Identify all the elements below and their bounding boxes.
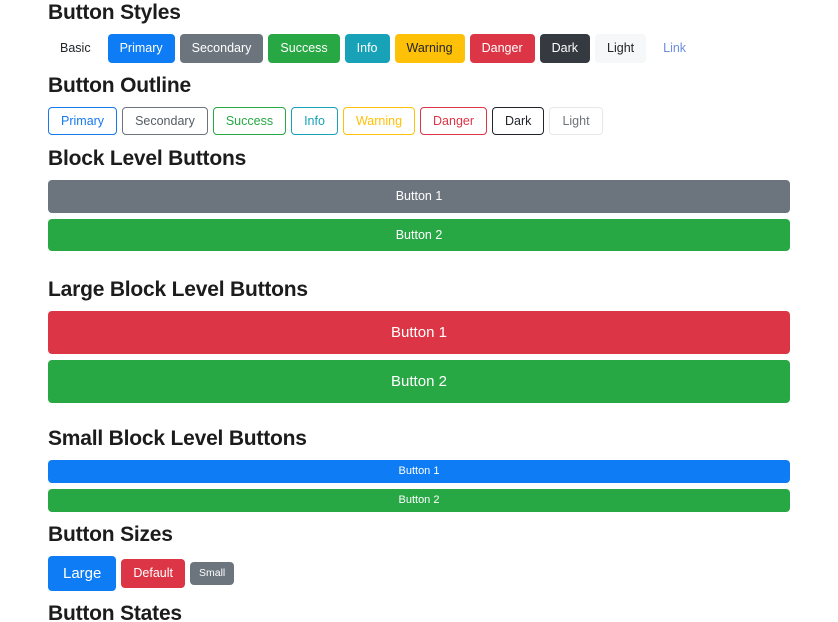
button-styles-row: Basic Primary Secondary Success Info War…	[48, 34, 790, 63]
block-button-2[interactable]: Button 2	[48, 218, 790, 251]
button-secondary[interactable]: Secondary	[179, 34, 264, 63]
button-link[interactable]: Link	[651, 34, 698, 63]
size-button-default[interactable]: Default	[121, 559, 185, 588]
block-buttons-stack: Button 1 Button 2	[48, 180, 790, 251]
small-block-button-1[interactable]: Button 1	[48, 460, 790, 483]
outline-button-primary[interactable]: Primary	[48, 106, 118, 135]
section-title-button-styles: Button Styles	[48, 1, 181, 24]
button-warning[interactable]: Warning	[394, 34, 465, 63]
button-primary[interactable]: Primary	[107, 34, 175, 63]
outline-button-warning[interactable]: Warning	[342, 106, 416, 135]
section-title-large-block-level-buttons: Large Block Level Buttons	[48, 278, 308, 301]
outline-button-light[interactable]: Light	[549, 106, 603, 135]
button-danger[interactable]: Danger	[469, 34, 535, 63]
button-info[interactable]: Info	[344, 34, 390, 63]
button-sizes-row: Large Default Small	[48, 556, 790, 591]
large-block-button-1[interactable]: Button 1	[48, 311, 790, 354]
outline-button-secondary[interactable]: Secondary	[122, 106, 208, 135]
outline-button-dark[interactable]: Dark	[492, 106, 545, 135]
outline-button-success[interactable]: Success	[212, 106, 287, 135]
button-basic[interactable]: Basic	[48, 34, 103, 63]
small-block-button-2[interactable]: Button 2	[48, 489, 790, 512]
small-block-buttons-stack: Button 1 Button 2	[48, 460, 790, 512]
button-success[interactable]: Success	[268, 34, 340, 63]
button-outline-row: Primary Secondary Success Info Warning D…	[48, 106, 790, 135]
large-block-button-2[interactable]: Button 2	[48, 360, 790, 403]
section-title-block-level-buttons: Block Level Buttons	[48, 147, 247, 170]
size-button-small[interactable]: Small	[189, 562, 235, 585]
section-title-button-outline: Button Outline	[48, 73, 192, 97]
section-title-button-sizes: Button Sizes	[48, 523, 173, 546]
size-button-large[interactable]: Large	[48, 556, 117, 591]
section-title-button-states: Button States	[48, 602, 182, 622]
section-title-small-block-level-buttons: Small Block Level Buttons	[48, 427, 307, 450]
large-block-buttons-stack: Button 1 Button 2	[48, 311, 790, 403]
outline-button-info[interactable]: Info	[291, 106, 338, 135]
button-showcase-page: Button Styles Basic Primary Secondary Su…	[0, 0, 838, 622]
block-button-1[interactable]: Button 1	[48, 180, 790, 213]
button-dark[interactable]: Dark	[539, 34, 591, 63]
outline-button-danger[interactable]: Danger	[420, 106, 488, 135]
button-light[interactable]: Light	[595, 34, 647, 63]
